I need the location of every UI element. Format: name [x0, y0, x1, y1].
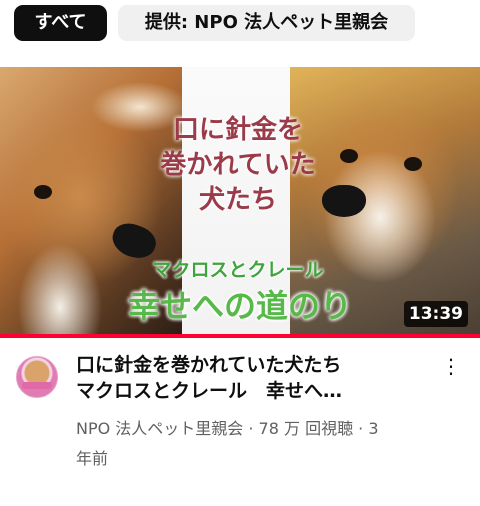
video-subline: NPO 法人ペット里親会 · 78 万 回視聴 · 3 年前 [76, 414, 436, 474]
upload-age: 年前 [76, 449, 109, 468]
more-vert-icon[interactable]: ⋮ [441, 356, 461, 376]
watch-progress-fill [0, 334, 480, 338]
filter-chip-bar: すべて 提供: NPO 法人ペット里親会 [0, 0, 480, 62]
thumbnail-overlay-title: 口に針金を 巻かれていた 犬たち [144, 113, 332, 218]
duration-badge: 13:39 [403, 301, 468, 327]
video-title-line: マクロスとクレール 幸せへ… [76, 380, 343, 402]
video-title[interactable]: 口に針金を巻かれていた犬たち マクロスとクレール 幸せへ… [76, 352, 436, 404]
thumbnail-overlay-names: マクロスとクレール [152, 259, 324, 281]
chip-all[interactable]: すべて [14, 5, 107, 41]
video-thumbnail[interactable]: 口に針金を 巻かれていた 犬たち マクロスとクレール 幸せへの道のり 13:39 [0, 67, 480, 338]
watch-progress-bar [0, 334, 480, 338]
video-title-line: 口に針金を巻かれていた犬たち [76, 354, 342, 376]
channel-avatar[interactable] [16, 356, 58, 398]
chip-source[interactable]: 提供: NPO 法人ペット里親会 [118, 5, 415, 41]
avatar-banner [22, 382, 52, 389]
overlay-title-line: 犬たち [198, 185, 277, 215]
channel-and-stats: NPO 法人ペット里親会 · 78 万 回視聴 · 3 [76, 419, 379, 438]
overlay-title-line: 口に針金を [172, 115, 303, 145]
thumbnail-overlay-path: 幸せへの道のり [127, 287, 352, 325]
overlay-title-line: 巻かれていた [160, 150, 316, 180]
